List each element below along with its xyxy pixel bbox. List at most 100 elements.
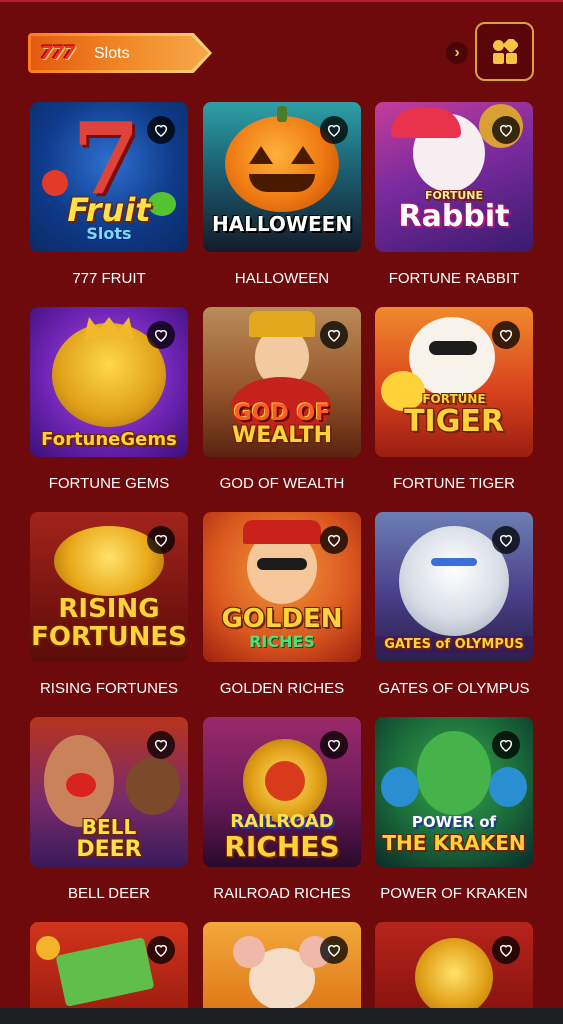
game-title[interactable]: GOLDEN RICHES xyxy=(203,680,361,698)
cow-graphic xyxy=(126,757,180,815)
heart-icon xyxy=(499,534,513,547)
game-card-gates-of-olympus[interactable]: GATES of OLYMPUS GATES OF OLYMPUS xyxy=(375,512,533,697)
character-hat-graphic xyxy=(243,520,321,544)
favorite-button[interactable] xyxy=(320,321,348,349)
game-art-subtitle: DEER xyxy=(76,837,142,862)
bottom-system-bar xyxy=(0,1008,563,1024)
game-card-power-of-kraken[interactable]: POWER of THE KRAKEN POWER OF KRAKEN xyxy=(375,717,533,902)
game-title[interactable]: RISING FORTUNES xyxy=(30,680,188,698)
favorite-button[interactable] xyxy=(492,731,520,759)
game-thumbnail[interactable]: HALLOWEEN xyxy=(203,102,361,252)
pumpkin-eye-right xyxy=(291,146,315,164)
game-card-bell-deer[interactable]: BELL DEER BELL DEER xyxy=(30,717,188,902)
favorite-button[interactable] xyxy=(492,116,520,144)
game-card-god-of-wealth[interactable]: GOD OF WEALTH GOD OF WEALTH xyxy=(203,307,361,492)
coin-graphic xyxy=(36,936,60,960)
game-thumbnail[interactable]: GOLDEN RICHES xyxy=(203,512,361,662)
favorite-button[interactable] xyxy=(147,321,175,349)
game-thumbnail[interactable]: 7 Fruit Slots xyxy=(30,102,188,252)
game-art-title: HALLOWEEN xyxy=(211,212,353,236)
favorite-button[interactable] xyxy=(147,526,175,554)
pumpkin-stem xyxy=(277,106,287,122)
heart-icon xyxy=(327,534,341,547)
grid-icon xyxy=(493,39,518,64)
chevron-right-icon[interactable]: › xyxy=(446,42,468,64)
game-title[interactable]: 777 FRUIT xyxy=(30,270,188,288)
gold-coin-graphic xyxy=(415,938,493,1008)
game-card-777-fruit[interactable]: 7 Fruit Slots 777 FRUIT xyxy=(30,102,188,287)
game-card-golden-riches[interactable]: GOLDEN RICHES GOLDEN RICHES xyxy=(203,512,361,697)
game-thumbnail[interactable]: FORTUNE Rabbit xyxy=(375,102,533,252)
game-art-title: GATES of OLYMPUS xyxy=(375,636,533,653)
game-card-mouse[interactable] xyxy=(203,922,361,1008)
mouse-ear-left xyxy=(233,936,265,968)
game-art-subtitle: RICHES xyxy=(224,830,340,863)
game-art-title: RAILROAD xyxy=(230,811,334,832)
game-title[interactable]: POWER OF KRAKEN xyxy=(375,885,533,903)
favorite-button[interactable] xyxy=(147,731,175,759)
heart-icon xyxy=(499,944,513,957)
game-art-title: TIGER xyxy=(404,404,504,439)
game-title[interactable]: FORTUNE GEMS xyxy=(30,475,188,493)
game-card-fortune-tiger[interactable]: FORTUNE TIGER FORTUNE TIGER xyxy=(375,307,533,492)
game-art-title: Rabbit xyxy=(398,199,510,234)
game-title[interactable]: GOD OF WEALTH xyxy=(203,475,361,493)
game-title[interactable]: FORTUNE RABBIT xyxy=(375,270,533,288)
favorite-button[interactable] xyxy=(147,116,175,144)
pumpkin-mouth xyxy=(249,174,315,192)
pumpkin-eye-left xyxy=(249,146,273,164)
game-thumbnail[interactable]: FORTUNE TIGER xyxy=(375,307,533,457)
favorite-button[interactable] xyxy=(147,936,175,964)
deer-nose xyxy=(66,773,96,797)
game-card-fortune-gems[interactable]: FortuneGems FORTUNE GEMS xyxy=(30,307,188,492)
game-title[interactable]: RAILROAD RICHES xyxy=(203,885,361,903)
game-thumbnail[interactable]: POWER of THE KRAKEN xyxy=(375,717,533,867)
heart-icon xyxy=(154,739,168,752)
game-thumbnail[interactable] xyxy=(375,922,533,1008)
heart-icon xyxy=(327,329,341,342)
game-thumbnail[interactable] xyxy=(30,922,188,1008)
tiger-sunglasses xyxy=(429,341,477,355)
heart-icon xyxy=(499,329,513,342)
game-title[interactable]: HALLOWEEN xyxy=(203,270,361,288)
game-art-title: GOD OF xyxy=(233,401,331,426)
zeus-eyes xyxy=(431,558,477,566)
character-glasses xyxy=(257,558,307,570)
heart-icon xyxy=(154,124,168,137)
heart-icon xyxy=(327,124,341,137)
game-thumbnail[interactable]: RAILROAD RICHES xyxy=(203,717,361,867)
game-thumbnail[interactable] xyxy=(203,922,361,1008)
slots-777-logo: 777 xyxy=(40,42,76,64)
game-card-money[interactable] xyxy=(30,922,188,1008)
game-thumbnail[interactable]: FortuneGems xyxy=(30,307,188,457)
favorite-button[interactable] xyxy=(320,936,348,964)
favorite-button[interactable] xyxy=(320,526,348,554)
game-thumbnail[interactable]: GATES of OLYMPUS xyxy=(375,512,533,662)
heart-icon xyxy=(327,739,341,752)
game-art-subtitle: Slots xyxy=(86,224,132,243)
game-art-title: POWER of xyxy=(411,813,497,831)
game-title[interactable]: BELL DEER xyxy=(30,885,188,903)
game-title[interactable]: FORTUNE TIGER xyxy=(375,475,533,493)
game-art-title: FortuneGems xyxy=(41,429,177,450)
game-thumbnail[interactable]: GOD OF WEALTH xyxy=(203,307,361,457)
game-card-railroad-riches[interactable]: RAILROAD RICHES RAILROAD RICHES xyxy=(203,717,361,902)
heart-icon xyxy=(327,944,341,957)
game-thumbnail[interactable]: RISING FORTUNES xyxy=(30,512,188,662)
game-art-title: GOLDEN xyxy=(221,604,343,634)
favorite-button[interactable] xyxy=(320,116,348,144)
train-wheel-center xyxy=(265,761,305,801)
game-thumbnail[interactable]: BELL DEER xyxy=(30,717,188,867)
favorite-button[interactable] xyxy=(492,936,520,964)
category-grid-button[interactable] xyxy=(475,22,534,81)
favorite-button[interactable] xyxy=(320,731,348,759)
game-card-gold-coin[interactable] xyxy=(375,922,533,1008)
game-card-halloween[interactable]: HALLOWEEN HALLOWEEN xyxy=(203,102,361,287)
favorite-button[interactable] xyxy=(492,321,520,349)
game-art-subtitle: THE KRAKEN xyxy=(382,831,526,855)
favorite-button[interactable] xyxy=(492,526,520,554)
kraken-graphic xyxy=(417,731,491,815)
game-card-fortune-rabbit[interactable]: FORTUNE Rabbit FORTUNE RABBIT xyxy=(375,102,533,287)
game-card-rising-fortunes[interactable]: RISING FORTUNES RISING FORTUNES xyxy=(30,512,188,697)
game-title[interactable]: GATES OF OLYMPUS xyxy=(375,680,533,698)
